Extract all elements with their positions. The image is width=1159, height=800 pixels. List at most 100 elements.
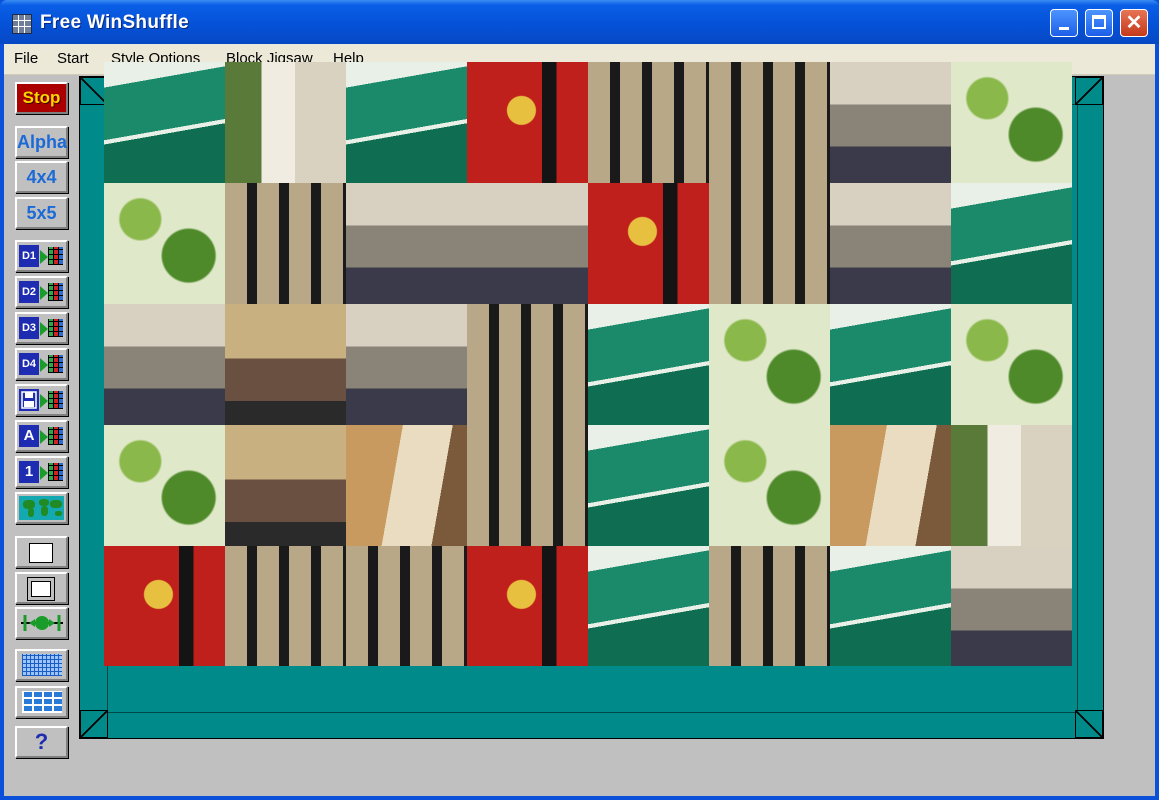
floppy-disk-icon [21, 391, 37, 409]
puzzle-tile[interactable] [588, 546, 709, 666]
maximize-icon [1092, 15, 1106, 29]
window-title: Free WinShuffle [40, 12, 189, 33]
alpha-label: Alpha [17, 132, 68, 152]
grid-icon [48, 355, 63, 373]
a-label: A [19, 425, 39, 447]
puzzle-tile[interactable] [104, 304, 225, 425]
d2-label: D2 [19, 281, 39, 303]
title-bar[interactable]: Free WinShuffle ✕ [0, 0, 1159, 44]
arrow-icon [40, 250, 48, 264]
menu-file[interactable]: File [14, 50, 38, 67]
difficulty-4-button[interactable]: D4 [15, 348, 68, 380]
puzzle-tile[interactable] [951, 183, 1072, 304]
puzzle-tile[interactable] [830, 62, 951, 183]
puzzle-tile[interactable] [709, 62, 830, 183]
puzzle-tile[interactable] [588, 304, 709, 425]
puzzle-tile[interactable] [104, 425, 225, 546]
puzzle-tile[interactable] [830, 183, 951, 304]
puzzle-tile[interactable] [467, 304, 588, 425]
puzzle-tile[interactable] [830, 425, 951, 546]
grid-icon [48, 247, 63, 265]
alpha-mode-button[interactable]: A [15, 420, 68, 452]
difficulty-3-button[interactable]: D3 [15, 312, 68, 344]
jigsaw-edge-button[interactable] [15, 607, 68, 639]
load-image-button[interactable] [15, 384, 68, 416]
arrow-icon [40, 466, 48, 480]
puzzle-tile[interactable] [467, 425, 588, 546]
puzzle-tile[interactable] [709, 425, 830, 546]
fine-grid-button[interactable] [15, 649, 68, 681]
puzzle-tile[interactable] [709, 546, 830, 666]
difficulty-1-button[interactable]: D1 [15, 240, 68, 272]
minimize-button[interactable] [1050, 9, 1078, 37]
grid-icon [48, 283, 63, 301]
puzzle-tile[interactable] [467, 546, 588, 666]
square-outline-icon [29, 543, 53, 563]
puzzle-tile[interactable] [951, 546, 1072, 666]
stop-label: Stop [17, 84, 66, 112]
one-label: 1 [19, 461, 39, 483]
puzzle-tile[interactable] [225, 62, 346, 183]
puzzle-tile[interactable] [225, 546, 346, 666]
puzzle-tile[interactable] [830, 546, 951, 666]
puzzle-tile[interactable] [346, 546, 467, 666]
arrow-icon [40, 430, 48, 444]
maximize-button[interactable] [1085, 9, 1113, 37]
help-button[interactable]: ? [15, 726, 68, 758]
puzzle-tile[interactable] [467, 62, 588, 183]
puzzle-tile[interactable] [225, 425, 346, 546]
close-button[interactable]: ✕ [1120, 9, 1148, 37]
puzzle-tile[interactable] [830, 304, 951, 425]
size-4x4-button[interactable]: 4x4 [15, 161, 68, 193]
world-map-button[interactable] [15, 492, 68, 524]
puzzle-tile[interactable] [104, 546, 225, 666]
puzzle-tile[interactable] [346, 62, 467, 183]
puzzle-tile[interactable] [588, 183, 709, 304]
puzzle-tile[interactable] [225, 183, 346, 304]
puzzle-tile[interactable] [588, 425, 709, 546]
floppy-disk-icon [19, 389, 39, 411]
coarse-grid-button[interactable] [15, 686, 68, 718]
arrow-icon [40, 286, 48, 300]
alpha-button[interactable]: Alpha [15, 126, 68, 158]
puzzle-tile[interactable] [951, 62, 1072, 183]
puzzle-tile[interactable] [951, 425, 1072, 546]
frame-corner [80, 710, 108, 738]
d3-label: D3 [19, 317, 39, 339]
minimize-icon [1059, 27, 1069, 30]
fine-grid-icon [22, 654, 62, 676]
d1-label: D1 [19, 245, 39, 267]
menu-start[interactable]: Start [57, 50, 89, 67]
arrow-icon [40, 394, 48, 408]
puzzle-board[interactable] [104, 62, 1072, 666]
puzzle-tile[interactable] [346, 304, 467, 425]
plain-border-button[interactable] [15, 536, 68, 568]
puzzle-tile[interactable] [588, 62, 709, 183]
puzzle-tile[interactable] [346, 425, 467, 546]
puzzle-tile[interactable] [346, 183, 467, 304]
puzzle-tile[interactable] [709, 304, 830, 425]
puzzle-tile[interactable] [951, 304, 1072, 425]
puzzle-tile[interactable] [225, 304, 346, 425]
grid-icon [48, 427, 63, 445]
coarse-grid-icon [22, 691, 62, 713]
d4-label: D4 [19, 353, 39, 375]
puzzle-tile[interactable] [104, 183, 225, 304]
puzzle-tile[interactable] [467, 183, 588, 304]
puzzle-tile[interactable] [104, 62, 225, 183]
double-border-button[interactable] [15, 572, 68, 604]
jigsaw-nodes-icon [21, 615, 63, 631]
grid-icon [48, 463, 63, 481]
frame-corner [1075, 710, 1103, 738]
puzzle-tile[interactable] [709, 183, 830, 304]
grid-icon [48, 391, 63, 409]
difficulty-2-button[interactable]: D2 [15, 276, 68, 308]
size-5x5-button[interactable]: 5x5 [15, 197, 68, 229]
numeric-mode-button[interactable]: 1 [15, 456, 68, 488]
stop-button[interactable]: Stop [15, 82, 68, 114]
close-icon: ✕ [1125, 12, 1143, 34]
double-square-icon [27, 577, 55, 601]
size-4x4-label: 4x4 [26, 167, 57, 187]
frame-corner [1075, 77, 1103, 105]
app-grid-icon[interactable] [12, 14, 32, 34]
